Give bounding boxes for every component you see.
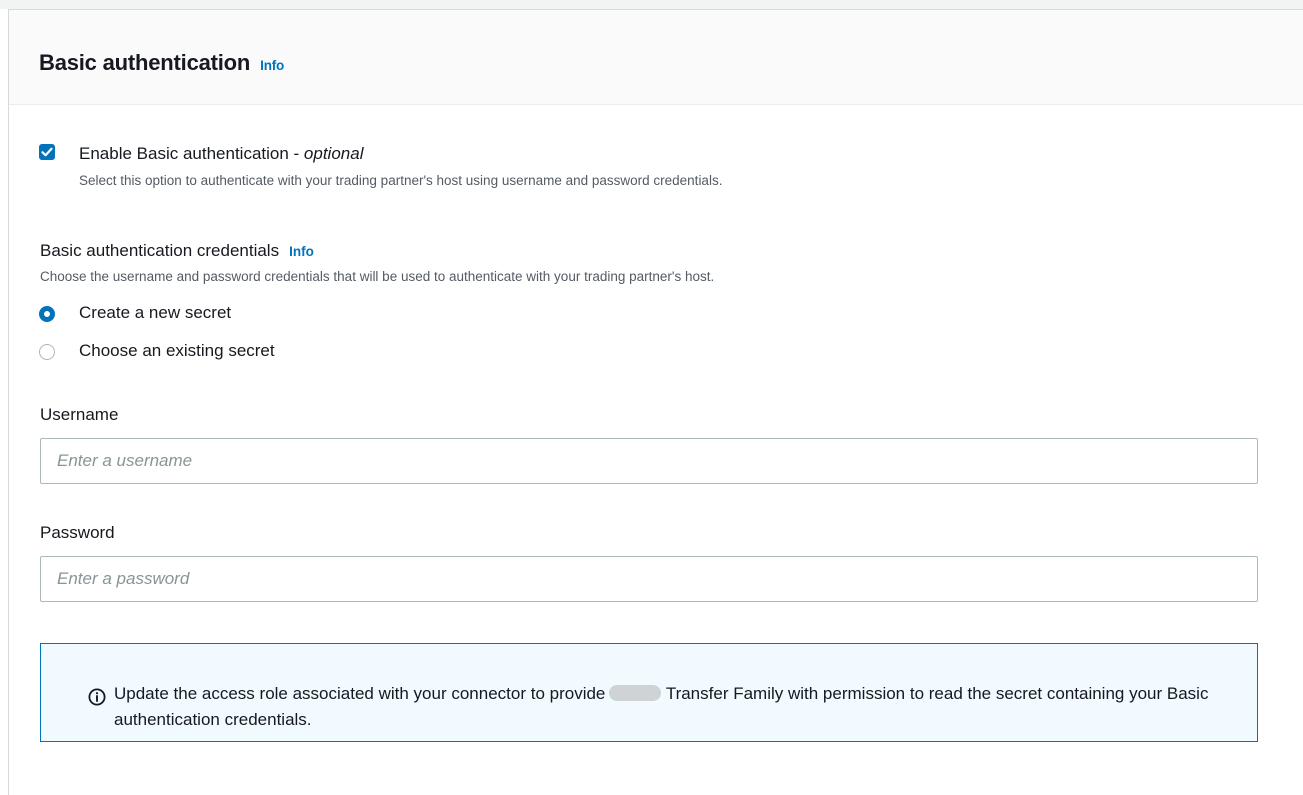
credentials-description: Choose the username and password credent… (40, 269, 715, 284)
panel-header: Basic authentication Info (9, 10, 1303, 105)
credentials-info-link[interactable]: Info (289, 244, 314, 259)
alert-text-start: Update the access role associated with y… (114, 684, 606, 703)
info-alert: Update the access role associated with y… (40, 643, 1258, 742)
basic-authentication-panel: Basic authentication Info Enable Basic au… (8, 9, 1303, 795)
alert-message: Update the access role associated with y… (114, 681, 1234, 733)
enable-label-text: Enable Basic authentication - (79, 144, 304, 163)
credentials-label: Basic authentication credentials (40, 241, 280, 260)
info-circle-icon (88, 688, 106, 706)
choose-existing-secret-label[interactable]: Choose an existing secret (79, 341, 275, 361)
section-info-link[interactable]: Info (260, 58, 284, 73)
password-input[interactable] (40, 556, 1258, 602)
optional-tag: optional (303, 144, 364, 163)
username-input[interactable] (40, 438, 1258, 484)
create-new-secret-label[interactable]: Create a new secret (79, 303, 231, 323)
enable-basic-auth-description: Select this option to authenticate with … (79, 173, 723, 188)
checkmark-icon (41, 147, 53, 157)
create-new-secret-radio[interactable] (39, 306, 55, 322)
credentials-heading: Basic authentication credentials Info (40, 241, 314, 261)
top-band (0, 0, 1303, 9)
section-heading: Basic authentication Info (39, 50, 284, 76)
username-label: Username (40, 405, 119, 424)
choose-existing-secret-radio[interactable] (39, 344, 55, 360)
enable-basic-auth-checkbox[interactable] (39, 144, 55, 160)
enable-basic-auth-label[interactable]: Enable Basic authentication - optional (79, 144, 363, 164)
redacted-text (609, 685, 662, 701)
password-label: Password (40, 523, 115, 542)
section-title: Basic authentication (39, 50, 251, 75)
